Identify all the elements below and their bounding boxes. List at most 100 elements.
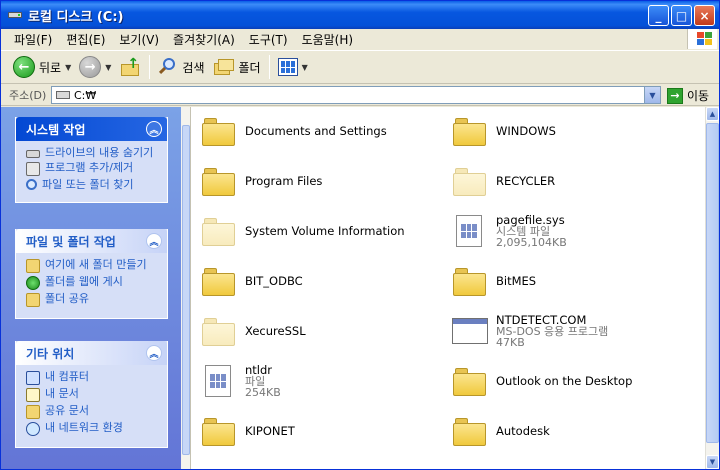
title-bar[interactable]: 로컬 디스크 (C:) _ □ × [1, 1, 719, 29]
list-item[interactable]: System Volume Information [201, 207, 451, 255]
menu-edit[interactable]: 편집(E) [59, 31, 112, 48]
close-button[interactable]: × [694, 5, 715, 26]
collapse-icon[interactable]: ︽ [146, 345, 162, 361]
list-item[interactable]: Program Files [201, 157, 451, 205]
list-item[interactable]: Outlook on the Desktop [452, 357, 702, 405]
menu-view[interactable]: 보기(V) [112, 31, 166, 48]
folder-icon [452, 264, 488, 298]
folder-icon [201, 164, 237, 198]
item-type: 시스템 파일 [496, 224, 551, 238]
collapse-icon[interactable]: ︽ [146, 233, 162, 249]
task-add-remove-programs[interactable]: 프로그램 추가/제거 [26, 162, 159, 176]
item-name: BitMES [496, 273, 537, 288]
web-publish-icon [26, 276, 40, 290]
scroll-thumb[interactable] [706, 123, 719, 443]
minimize-button[interactable]: _ [648, 5, 669, 26]
search-icon [26, 179, 37, 190]
scroll-up-button[interactable]: ▲ [706, 107, 719, 121]
drive-icon [7, 7, 23, 23]
task-hide-drive-contents[interactable]: 드라이브의 내용 숨기기 [26, 147, 159, 159]
list-item[interactable]: BitMES [452, 257, 702, 305]
list-item[interactable]: KIPONET [201, 407, 451, 455]
chevron-down-icon[interactable]: ▼ [65, 63, 71, 72]
menu-help[interactable]: 도움말(H) [295, 31, 361, 48]
toolbar-separator [149, 55, 151, 79]
system-tasks-header[interactable]: 시스템 작업 ︽ [16, 117, 167, 141]
item-name: pagefile.sys [496, 212, 565, 227]
task-publish-web[interactable]: 폴더를 웹에 게시 [26, 276, 159, 290]
go-button[interactable]: → 이동 [667, 87, 709, 104]
address-input[interactable]: C:₩ ▼ [51, 86, 661, 104]
window-title: 로컬 디스크 (C:) [28, 9, 124, 25]
place-network[interactable]: 내 네트워크 환경 [26, 422, 159, 436]
list-item[interactable]: Autodesk [452, 407, 702, 455]
menu-file[interactable]: 파일(F) [7, 31, 59, 48]
views-icon [277, 58, 298, 76]
up-folder-button[interactable]: ↑ [115, 53, 145, 81]
folders-icon [213, 57, 235, 77]
other-places-header[interactable]: 기타 위치 ︽ [16, 341, 167, 365]
collapse-icon[interactable]: ︽ [146, 121, 162, 137]
place-my-computer[interactable]: 내 컴퓨터 [26, 371, 159, 385]
list-item[interactable]: BIT_ODBC [201, 257, 451, 305]
item-size: 254KB [245, 385, 281, 399]
toolbar-separator [268, 55, 270, 79]
scroll-down-button[interactable]: ▼ [706, 455, 719, 469]
address-value: C:₩ [74, 88, 97, 102]
application-icon [452, 314, 488, 348]
list-item[interactable]: RECYCLER [452, 157, 702, 205]
task-share-folder[interactable]: 폴더 공유 [26, 293, 159, 307]
back-arrow-icon: ← [13, 56, 35, 78]
folder-icon [452, 414, 488, 448]
item-name: Program Files [245, 173, 323, 188]
item-name: Documents and Settings [245, 123, 387, 138]
system-file-icon [452, 214, 488, 248]
item-name: NTDETECT.COM [496, 312, 587, 327]
back-button[interactable]: ← 뒤로 ▼ [9, 53, 75, 81]
list-item[interactable]: WINDOWS [452, 107, 702, 155]
chevron-down-icon[interactable]: ▼ [302, 63, 308, 72]
panel-title: 시스템 작업 [26, 122, 86, 137]
go-arrow-icon: → [667, 87, 683, 104]
task-pane-scrollbar[interactable] [181, 107, 191, 469]
folder-icon [452, 114, 488, 148]
list-item[interactable]: ntldr 파일 254KB [201, 357, 451, 405]
scroll-thumb[interactable] [182, 125, 190, 455]
list-item[interactable]: pagefile.sys 시스템 파일 2,095,104KB [452, 207, 702, 255]
shared-folder-icon [26, 405, 40, 419]
drive-icon [26, 150, 40, 158]
folders-label: 폴더 [238, 60, 261, 75]
search-button[interactable]: 검색 [154, 53, 208, 81]
up-folder-icon: ↑ [119, 56, 141, 78]
toolbar: ← 뒤로 ▼ → ▼ ↑ 검색 폴더 ▼ [1, 50, 719, 84]
views-button[interactable]: ▼ [274, 53, 312, 81]
vertical-scrollbar[interactable]: ▲ ▼ [705, 107, 719, 469]
place-shared-documents[interactable]: 공유 문서 [26, 405, 159, 419]
menu-tools[interactable]: 도구(T) [242, 31, 295, 48]
file-tasks-panel: 파일 및 폴더 작업 ︽ 여기에 새 폴더 만들기 폴더를 웹에 게시 폴더 공… [15, 229, 168, 319]
place-my-documents[interactable]: 내 문서 [26, 388, 159, 402]
maximize-button[interactable]: □ [671, 5, 692, 26]
system-tasks-panel: 시스템 작업 ︽ 드라이브의 내용 숨기기 프로그램 추가/제거 파일 또는 폴… [15, 117, 168, 203]
forward-button[interactable]: → ▼ [75, 53, 115, 81]
task-search-files[interactable]: 파일 또는 폴더 찾기 [26, 179, 159, 191]
file-tasks-header[interactable]: 파일 및 폴더 작업 ︽ [16, 229, 167, 253]
item-name: KIPONET [245, 423, 295, 438]
programs-icon [26, 162, 40, 176]
forward-arrow-icon: → [79, 56, 102, 78]
new-folder-icon [26, 259, 40, 273]
windows-logo-icon [687, 29, 717, 49]
menu-bar: 파일(F) 편집(E) 보기(V) 즐겨찾기(A) 도구(T) 도움말(H) [1, 29, 719, 49]
item-name: XecureSSL [245, 323, 306, 338]
list-item[interactable]: XecureSSL [201, 307, 451, 355]
folder-icon [452, 364, 488, 398]
item-name: ntldr [245, 362, 273, 377]
menu-favorites[interactable]: 즐겨찾기(A) [166, 31, 242, 48]
chevron-down-icon[interactable]: ▼ [644, 87, 660, 103]
drive-icon [56, 91, 70, 99]
folders-button[interactable]: 폴더 [209, 53, 265, 81]
chevron-down-icon[interactable]: ▼ [105, 63, 111, 72]
list-item[interactable]: NTDETECT.COM MS-DOS 응용 프로그램 47KB [452, 307, 702, 355]
task-new-folder[interactable]: 여기에 새 폴더 만들기 [26, 259, 159, 273]
list-item[interactable]: Documents and Settings [201, 107, 451, 155]
